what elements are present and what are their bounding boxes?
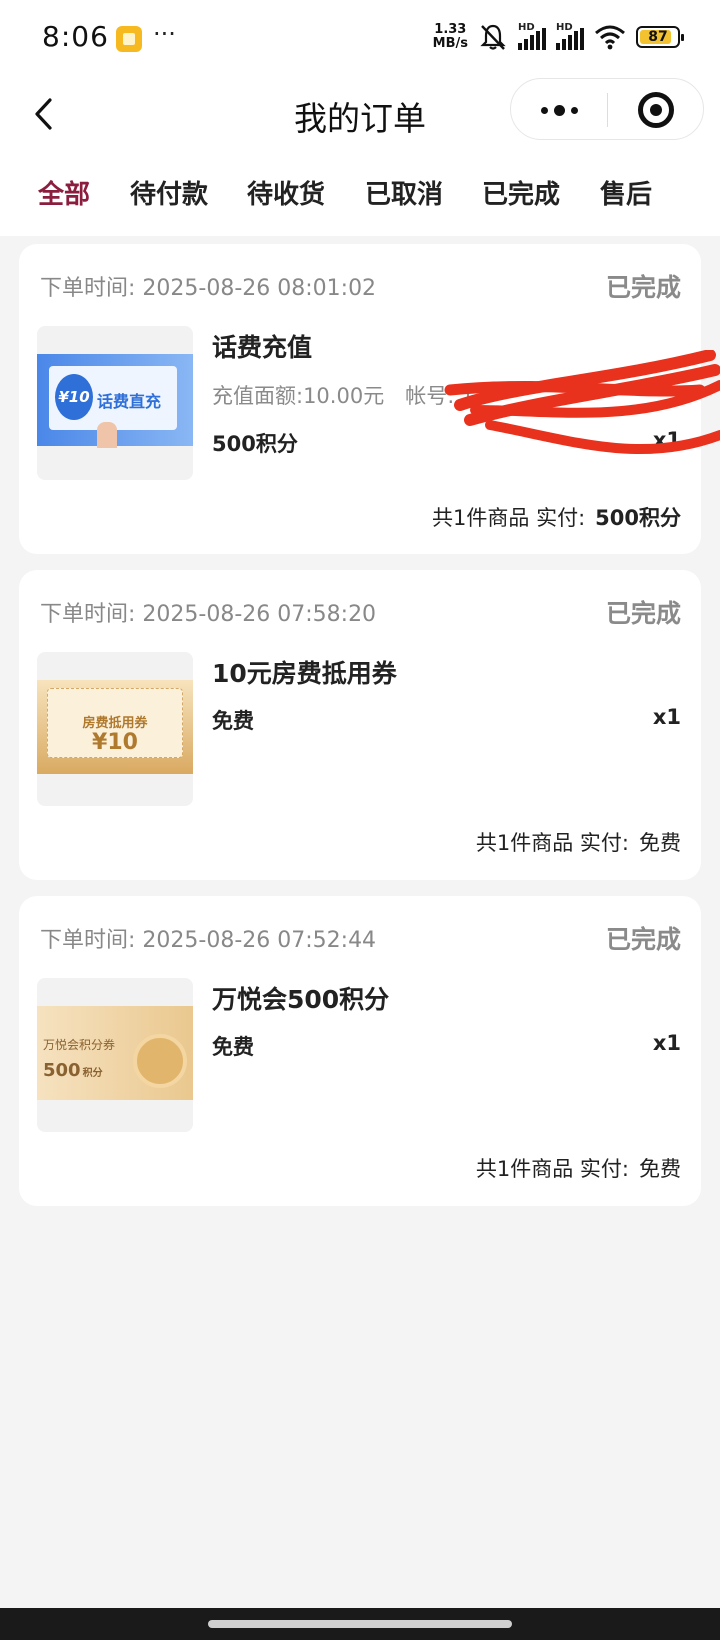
- thumb-badge: ¥10: [55, 374, 93, 420]
- product-thumbnail[interactable]: 万悦会积分券 500 积分: [37, 978, 193, 1132]
- net-speed-value: 1.33: [434, 22, 467, 37]
- product-thumbnail[interactable]: 房费抵用券 ¥10: [37, 652, 193, 806]
- order-card[interactable]: 下单时间: 2025-08-26 07:58:20 已完成 房费抵用券 ¥10 …: [19, 570, 701, 880]
- nav-bar: 我的订单: [0, 78, 720, 156]
- tab-cancelled[interactable]: 已取消: [365, 174, 443, 211]
- order-status: 已完成: [605, 925, 681, 954]
- summary-count: 共1件商品 实付:: [475, 1157, 629, 1181]
- thumb-label: 万悦会积分券: [43, 1038, 116, 1052]
- product-quantity: x1: [652, 1031, 681, 1055]
- order-card[interactable]: 下单时间: 2025-08-26 08:01:02 已完成 ¥10 话费直充 话…: [19, 244, 701, 554]
- product-thumbnail[interactable]: ¥10 话费直充: [37, 326, 193, 480]
- order-card[interactable]: 下单时间: 2025-08-26 07:52:44 已完成 万悦会积分券 500…: [19, 896, 701, 1206]
- summary-paid: 500积分: [595, 506, 681, 530]
- status-time: 8:06: [42, 20, 109, 53]
- home-indicator[interactable]: [208, 1620, 512, 1628]
- signal-icon: HD: [518, 22, 546, 50]
- wifi-icon: [595, 25, 625, 50]
- hd-label: HD: [518, 22, 535, 33]
- signal-icon: HD: [556, 22, 584, 50]
- product-price: 免费: [212, 1035, 254, 1059]
- more-dots-icon: [540, 104, 578, 116]
- tab-all[interactable]: 全部: [38, 174, 90, 211]
- order-summary: 共1件商品 实付: 免费: [476, 827, 681, 857]
- more-button[interactable]: [511, 79, 607, 141]
- product-name: 话费充值: [212, 333, 313, 362]
- net-speed-unit: MB/s: [432, 36, 468, 51]
- thumb-badge: ¥10: [92, 730, 138, 755]
- summary-paid: 免费: [639, 831, 681, 855]
- close-mini-program-button[interactable]: [608, 79, 704, 141]
- status-more-dots: ···: [153, 20, 176, 48]
- summary-paid: 免费: [639, 1157, 681, 1181]
- product-quantity: x1: [652, 428, 681, 452]
- status-bar: 8:06 ··· 1.33 MB/s HD HD 87: [0, 0, 720, 78]
- product-name: 万悦会500积分: [212, 985, 390, 1014]
- tab-completed[interactable]: 已完成: [482, 174, 560, 211]
- battery-level: 87: [648, 29, 668, 45]
- product-price: 500积分: [212, 432, 298, 456]
- product-price: 免费: [212, 709, 254, 733]
- net-speed: 1.33 MB/s: [433, 23, 468, 51]
- order-time: 下单时间: 2025-08-26 07:52:44: [40, 928, 377, 953]
- tab-pending-receipt[interactable]: 待收货: [247, 174, 325, 211]
- tab-after-sales[interactable]: 售后: [600, 174, 652, 211]
- product-name: 10元房费抵用券: [212, 659, 397, 688]
- thumb-label: 房费抵用券: [82, 716, 148, 731]
- product-quantity: x1: [652, 705, 681, 729]
- status-icons: 1.33 MB/s HD HD 87: [433, 22, 684, 52]
- order-status: 已完成: [605, 273, 681, 302]
- thumb-label: 话费直充: [97, 392, 162, 411]
- order-time: 下单时间: 2025-08-26 07:58:20: [40, 602, 377, 627]
- order-summary: 共1件商品 实付: 500积分: [432, 502, 681, 532]
- battery-icon: 87: [636, 26, 684, 48]
- target-close-icon: [638, 92, 674, 128]
- order-status: 已完成: [605, 599, 681, 628]
- summary-count: 共1件商品 实付:: [475, 831, 629, 855]
- order-summary: 共1件商品 实付: 免费: [476, 1153, 681, 1183]
- thumb-badge-unit: 积分: [82, 1068, 103, 1079]
- app-notification-icon: [116, 26, 142, 52]
- product-spec: 充值面额:10.00元 帐号: 1: [212, 384, 475, 408]
- order-time: 下单时间: 2025-08-26 08:01:02: [40, 276, 377, 301]
- bell-muted-icon: [480, 24, 506, 50]
- order-tabs: 全部 待付款 待收货 已取消 已完成 售后: [0, 156, 720, 236]
- thumb-badge: 500: [43, 1060, 81, 1081]
- mini-program-capsule: [510, 78, 704, 140]
- summary-count: 共1件商品 实付:: [432, 506, 586, 530]
- hd-label: HD: [556, 22, 573, 33]
- tab-pending-payment[interactable]: 待付款: [130, 174, 208, 211]
- system-nav-bar: [0, 1608, 720, 1640]
